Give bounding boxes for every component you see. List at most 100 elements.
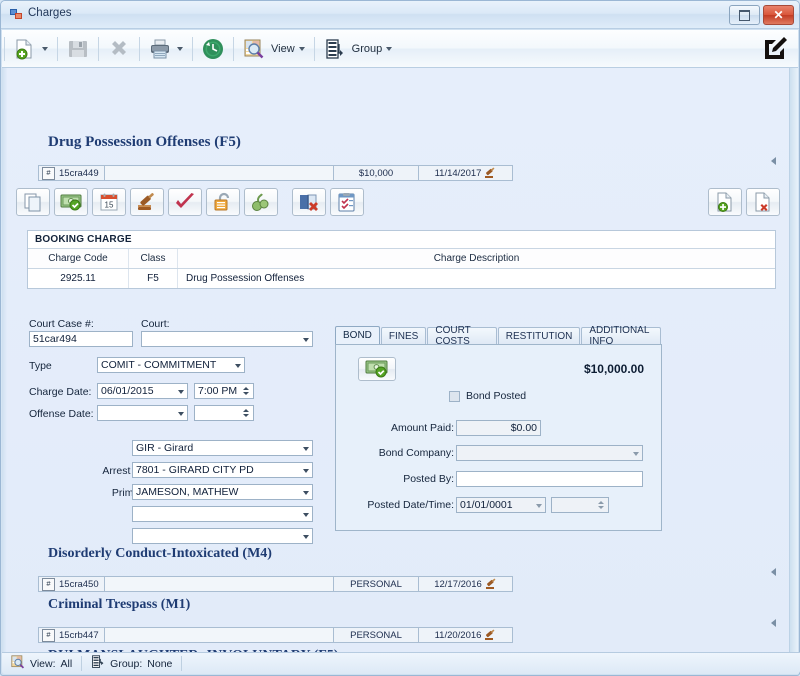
tab-strip: BOND FINES COURT COSTS RESTITUTION ADDIT… <box>335 325 662 347</box>
copy-button[interactable] <box>16 188 50 216</box>
offense-date-input[interactable] <box>97 405 188 421</box>
chevron-down-icon <box>536 504 542 508</box>
charge-title-0[interactable]: Drug Possession Offenses (F5) <box>48 134 241 151</box>
edit-button[interactable] <box>762 35 788 61</box>
history-button[interactable] <box>197 30 229 67</box>
posted-date-input[interactable]: 01/01/0001 <box>456 497 546 513</box>
court-case-input[interactable]: 51car494 <box>29 331 133 347</box>
collapse-toggle-1[interactable] <box>771 568 776 576</box>
status-bar: View: All Group: None <box>2 652 800 674</box>
column-header-charge-description: Charge Description <box>433 253 520 264</box>
release-button[interactable] <box>206 188 240 216</box>
cell-class: F5 <box>129 269 178 288</box>
window-title: Charges <box>28 7 72 19</box>
amount-paid-input[interactable]: $0.00 <box>456 420 541 436</box>
status-group-label: Group: <box>110 657 143 670</box>
spinner-up-icon[interactable] <box>243 409 249 412</box>
tab-fines[interactable]: FINES <box>380 327 427 344</box>
remove-book-button[interactable] <box>292 188 326 216</box>
charge-case-2[interactable]: # 15crb447 <box>39 628 105 642</box>
arrest-agency-value: 7801 - GIRARD CITY PD <box>136 464 254 476</box>
bond-posted-row[interactable]: Bond Posted <box>449 390 526 402</box>
svg-text:15: 15 <box>105 201 114 210</box>
print-button[interactable] <box>144 30 188 67</box>
clipboard-button[interactable] <box>330 188 364 216</box>
bond-amount-button[interactable] <box>358 357 396 381</box>
delete-document-icon <box>755 192 770 212</box>
assisting-officer-select[interactable] <box>132 528 313 544</box>
posted-by-input[interactable] <box>456 471 643 487</box>
tab-additional-info[interactable]: ADDITIONAL INFO <box>581 325 661 347</box>
offense-jurisdiction-select[interactable]: GIR - Girard <box>132 440 313 456</box>
gavel-button[interactable] <box>130 188 164 216</box>
search-note-icon <box>252 193 269 211</box>
bond-amount-value: $10,000.00 <box>583 362 644 376</box>
charge-case-1[interactable]: # 15cra450 <box>39 577 105 591</box>
new-dropdown-caret[interactable] <box>42 46 48 51</box>
charge-date-input[interactable]: 06/01/2015 <box>97 383 188 399</box>
tab-bond[interactable]: BOND <box>335 326 380 344</box>
restore-icon <box>739 9 750 21</box>
close-button[interactable]: ✕ <box>763 5 794 25</box>
print-dropdown-caret[interactable] <box>177 46 183 51</box>
view-button[interactable]: View <box>238 30 310 67</box>
charge-bar-0[interactable]: # 15cra449 $10,000 11/14/2017 <box>38 165 513 181</box>
chevron-down-icon <box>303 469 309 473</box>
type-select[interactable]: COMIT - COMMITMENT <box>97 357 245 373</box>
group-button[interactable]: Group <box>319 30 398 67</box>
group-dropdown-caret[interactable] <box>386 46 393 51</box>
posted-time-input[interactable] <box>551 497 609 513</box>
group-label: Group <box>351 42 383 55</box>
save-button[interactable] <box>62 30 94 67</box>
status-view[interactable]: View: All <box>2 655 81 672</box>
spinner-down-icon[interactable] <box>243 392 249 395</box>
delete-charge-button[interactable] <box>746 188 780 216</box>
charge-case-0[interactable]: # 15cra449 <box>39 166 105 180</box>
edit-pencil-box-icon <box>765 37 787 59</box>
primary-officer-select[interactable]: JAMESON, MATHEW <box>132 484 313 500</box>
charge-bar-2[interactable]: # 15crb447 PERSONAL 11/20/2016 <box>38 627 513 643</box>
calendar-icon: 15 <box>100 193 118 211</box>
chevron-down-icon <box>303 338 309 342</box>
collapse-toggle-2[interactable] <box>771 619 776 627</box>
bond-posted-checkbox[interactable] <box>449 390 460 402</box>
view-search-icon <box>11 655 25 672</box>
tab-restitution[interactable]: RESTITUTION <box>497 327 581 344</box>
approve-button[interactable] <box>168 188 202 216</box>
bond-company-select[interactable] <box>456 445 643 461</box>
close-icon: ✕ <box>773 8 784 22</box>
charge-tabs-panel: BOND FINES COURT COSTS RESTITUTION ADDIT… <box>335 325 662 531</box>
offense-time-input[interactable] <box>194 405 254 421</box>
restore-button[interactable] <box>729 5 760 25</box>
lookup-button[interactable] <box>244 188 278 216</box>
toolbar-divider <box>98 36 99 61</box>
charge-title-2[interactable]: Criminal Trespass (M1) <box>48 597 190 613</box>
calendar-button[interactable]: 15 <box>92 188 126 216</box>
assisting-agency-select[interactable] <box>132 506 313 522</box>
status-divider <box>181 656 183 671</box>
charge-bar-1[interactable]: # 15cra450 PERSONAL 12/17/2016 <box>38 576 513 592</box>
gavel-icon <box>484 167 496 179</box>
view-label: View <box>271 42 295 55</box>
spinner-down-icon[interactable] <box>598 506 604 509</box>
chevron-down-icon <box>303 513 309 517</box>
court-select[interactable] <box>141 331 313 347</box>
delete-button[interactable] <box>103 30 135 67</box>
charge-title-1[interactable]: Disorderly Conduct-Intoxicated (M4) <box>48 546 272 562</box>
money-check-button[interactable] <box>54 188 88 216</box>
group-list-icon <box>322 36 348 62</box>
status-group[interactable]: Group: None <box>82 655 181 672</box>
view-dropdown-caret[interactable] <box>298 46 305 51</box>
tab-court-costs[interactable]: COURT COSTS <box>427 325 497 347</box>
vertical-scrollbar[interactable] <box>789 68 798 655</box>
arrest-agency-select[interactable]: 7801 - GIRARD CITY PD <box>132 462 313 478</box>
add-charge-button[interactable] <box>708 188 742 216</box>
charge-time-input[interactable]: 7:00 PM <box>194 383 254 399</box>
charge-date-0: 11/14/2017 <box>419 166 512 180</box>
collapse-toggle-0[interactable] <box>771 157 776 165</box>
spinner-up-icon[interactable] <box>243 387 249 390</box>
spinner-down-icon[interactable] <box>243 414 249 417</box>
spinner-up-icon[interactable] <box>598 501 604 504</box>
new-button[interactable] <box>9 30 53 67</box>
table-row[interactable]: 2925.11 F5 Drug Possession Offenses <box>28 269 775 288</box>
